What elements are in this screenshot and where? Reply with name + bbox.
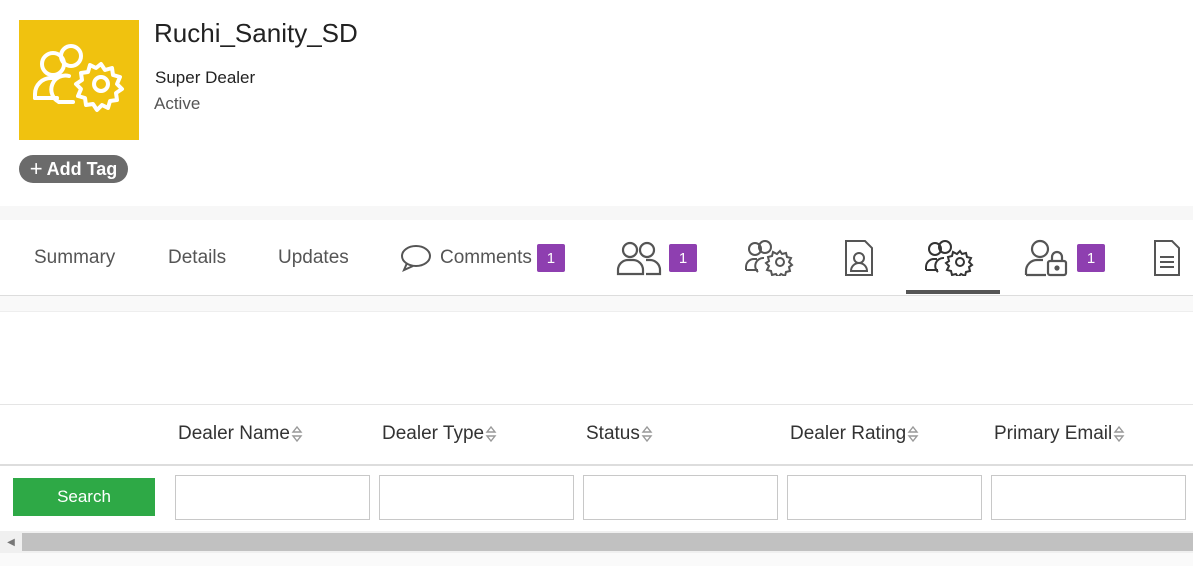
scroll-left-arrow-icon[interactable]: ◀ (0, 531, 22, 553)
users-gear-icon (925, 240, 974, 276)
users-gear-icon (33, 44, 124, 112)
column-label: Dealer Type (382, 423, 485, 444)
tab-bar: Summary Details Updates Comments 1 1 1 (0, 220, 1193, 296)
section-divider (0, 296, 1193, 312)
document-icon (1154, 240, 1180, 276)
tab-updates[interactable]: Updates (278, 220, 349, 296)
tab-label: Comments (440, 247, 532, 268)
tab-documents[interactable] (1152, 220, 1182, 296)
plus-icon: + (29, 156, 43, 181)
sort-icon (485, 425, 497, 443)
column-label: Primary Email (994, 423, 1113, 444)
user-lock-icon (1024, 239, 1068, 277)
column-header-primary-email[interactable]: Primary Email (994, 423, 1125, 445)
entity-title: Ruchi_Sanity_SD (154, 18, 358, 48)
column-label: Status (586, 423, 640, 444)
column-header-dealer-rating[interactable]: Dealer Rating (790, 423, 919, 445)
tab-comments[interactable]: Comments 1 (400, 220, 565, 296)
tab-profile-document[interactable] (843, 220, 875, 296)
column-header-dealer-name[interactable]: Dealer Name (178, 423, 303, 445)
add-tag-label: Add Tag (46, 158, 118, 179)
entity-status: Active (154, 94, 201, 113)
tab-details[interactable]: Details (168, 220, 226, 296)
column-header-status[interactable]: Status (586, 423, 653, 445)
id-badge-icon (845, 240, 873, 276)
user-access-count-badge: 1 (1077, 244, 1105, 272)
users-gear-icon (745, 240, 794, 276)
column-label: Dealer Rating (790, 423, 907, 444)
entity-type: Super Dealer (155, 68, 256, 87)
entity-avatar (19, 20, 139, 140)
dealer-rating-filter-input[interactable] (787, 475, 982, 520)
section-divider (0, 206, 1193, 220)
scrollbar-thumb[interactable] (22, 533, 1193, 551)
add-tag-button[interactable]: + Add Tag (19, 155, 128, 183)
column-header-dealer-type[interactable]: Dealer Type (382, 423, 497, 445)
dealer-name-filter-input[interactable] (175, 475, 370, 520)
table-header: Dealer Name Dealer Type Status Dealer Ra… (0, 404, 1193, 466)
dealer-type-filter-input[interactable] (379, 475, 574, 520)
comments-count-badge: 1 (536, 244, 565, 272)
tab-users[interactable]: 1 (616, 220, 697, 296)
column-label: Dealer Name (178, 423, 290, 444)
footer-band (0, 553, 1193, 566)
horizontal-scrollbar[interactable]: ◀ (0, 531, 1193, 553)
status-filter-input[interactable] (583, 475, 778, 520)
active-tab-indicator (906, 290, 1000, 294)
sort-icon (1113, 425, 1125, 443)
tab-summary[interactable]: Summary (34, 220, 115, 296)
users-count-badge: 1 (669, 244, 697, 272)
primary-email-filter-input[interactable] (991, 475, 1186, 520)
tab-sub-dealers[interactable] (924, 220, 974, 296)
sort-icon (291, 425, 303, 443)
tab-dealer-management[interactable] (744, 220, 794, 296)
tab-user-access[interactable]: 1 (1024, 220, 1105, 296)
tab-label: Details (168, 247, 227, 268)
users-icon (616, 241, 662, 276)
comment-icon (401, 245, 431, 272)
tab-label: Summary (34, 247, 116, 268)
search-button[interactable]: Search (13, 478, 155, 516)
sort-icon (907, 425, 919, 443)
tab-label: Updates (278, 247, 349, 268)
entity-header: Ruchi_Sanity_SD Super Dealer Active + Ad… (0, 0, 1193, 206)
sort-icon (641, 425, 653, 443)
filter-row: Search (0, 466, 1193, 528)
